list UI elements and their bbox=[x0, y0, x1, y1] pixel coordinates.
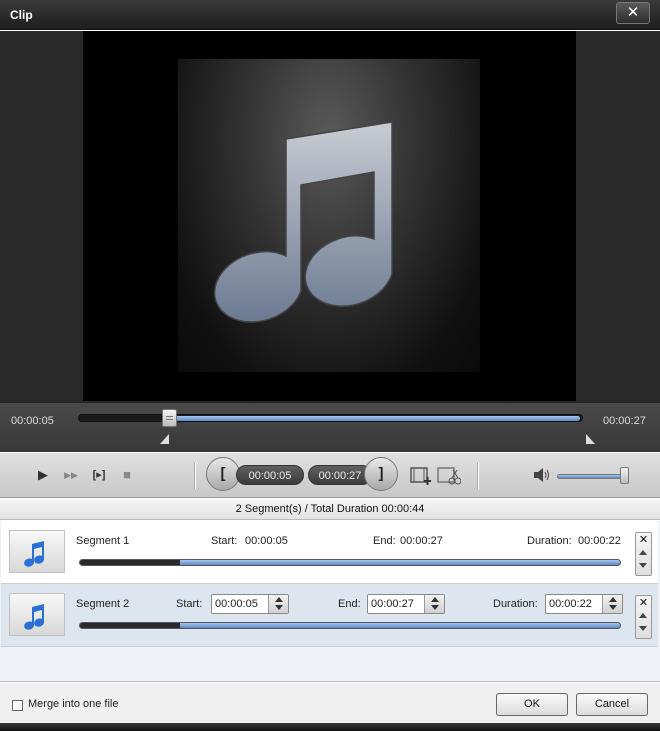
end-label: End: bbox=[373, 535, 396, 547]
add-segment-icon[interactable] bbox=[410, 466, 432, 486]
duration-label: Duration: bbox=[527, 535, 572, 547]
segments-summary: 2 Segment(s) / Total Duration 00:00:44 bbox=[0, 499, 660, 520]
end-time-display: 00:00:27 bbox=[308, 465, 372, 485]
segment-row[interactable]: Segment 1 Start: 00:00:05 End: 00:00:27 … bbox=[1, 521, 658, 584]
end-marker[interactable] bbox=[586, 434, 595, 444]
divider bbox=[194, 463, 195, 489]
video-preview-area bbox=[0, 31, 660, 402]
set-start-button[interactable]: [ bbox=[206, 457, 240, 491]
music-note-icon bbox=[24, 604, 45, 630]
window-title: Clip bbox=[10, 8, 33, 22]
timeline-track[interactable] bbox=[78, 414, 583, 422]
volume-slider[interactable] bbox=[557, 474, 629, 479]
delete-segment-button[interactable]: ✕ bbox=[636, 596, 651, 610]
start-time-spinner[interactable]: 00:00:05 bbox=[211, 594, 289, 614]
delete-segment-button[interactable]: ✕ bbox=[636, 533, 651, 547]
fast-forward-icon[interactable]: ▶▶ bbox=[62, 466, 80, 484]
music-artwork bbox=[178, 59, 480, 372]
timeline-selection bbox=[171, 416, 580, 421]
start-label: Start: bbox=[211, 535, 238, 547]
move-up-icon[interactable] bbox=[639, 550, 647, 555]
title-bar: Clip ✕ bbox=[0, 0, 660, 30]
start-label: Start: bbox=[176, 598, 203, 610]
split-scissors-icon[interactable] bbox=[437, 466, 461, 486]
end-spin-buttons[interactable] bbox=[424, 595, 444, 613]
end-time: 00:00:27 bbox=[603, 415, 646, 427]
segment-list: Segment 1 Start: 00:00:05 End: 00:00:27 … bbox=[0, 521, 660, 682]
divider bbox=[477, 463, 478, 489]
end-value: 00:00:27 bbox=[400, 535, 443, 547]
timeline-bar: 00:00:05 00:00:27 bbox=[0, 402, 660, 452]
set-end-button[interactable]: ] bbox=[364, 457, 398, 491]
segment-thumbnail bbox=[9, 593, 65, 636]
window-bottom-edge bbox=[0, 723, 660, 731]
start-marker[interactable] bbox=[160, 434, 169, 444]
segment-range-unused bbox=[80, 560, 180, 565]
end-time-spinner[interactable]: 00:00:27 bbox=[367, 594, 445, 614]
segment-actions: ✕ bbox=[635, 595, 652, 639]
segment-thumbnail bbox=[9, 530, 65, 573]
play-icon[interactable]: ▶ bbox=[34, 466, 52, 484]
segment-row-selected[interactable]: Segment 2 Start: 00:00:05 End: 00:00:27 … bbox=[1, 584, 658, 647]
video-frame bbox=[83, 31, 576, 401]
clip-range-group: [ 00:00:05 00:00:27 ] bbox=[206, 457, 400, 495]
ok-button[interactable]: OK bbox=[496, 693, 568, 716]
segment-range-bar bbox=[79, 559, 621, 566]
segment-range-unused bbox=[80, 623, 180, 628]
volume-handle[interactable] bbox=[620, 467, 629, 484]
start-value: 00:00:05 bbox=[245, 535, 288, 547]
duration-value: 00:00:22 bbox=[578, 535, 621, 547]
segment-range-bar bbox=[79, 622, 621, 629]
current-time: 00:00:05 bbox=[11, 415, 54, 427]
music-note-icon bbox=[213, 121, 393, 323]
segment-actions: ✕ bbox=[635, 532, 652, 576]
segment-name: Segment 2 bbox=[76, 598, 130, 610]
music-note-icon bbox=[24, 541, 45, 567]
timeline-playhead[interactable] bbox=[162, 409, 177, 427]
next-frame-icon[interactable]: [▸] bbox=[88, 466, 110, 484]
start-time-display: 00:00:05 bbox=[236, 465, 304, 485]
close-button[interactable]: ✕ bbox=[616, 2, 650, 24]
playback-controls: ▶ ▶▶ [▸] ■ [ 00:00:05 00:00:27 ] bbox=[0, 452, 660, 498]
segment-name: Segment 1 bbox=[76, 535, 130, 547]
end-label: End: bbox=[338, 598, 361, 610]
move-down-icon[interactable] bbox=[639, 563, 647, 568]
cancel-button[interactable]: Cancel bbox=[576, 693, 648, 716]
duration-spinner[interactable]: 00:00:22 bbox=[545, 594, 623, 614]
move-down-icon[interactable] bbox=[639, 626, 647, 631]
merge-label[interactable]: Merge into one file bbox=[28, 698, 119, 710]
move-up-icon[interactable] bbox=[639, 613, 647, 618]
end-time-input[interactable]: 00:00:27 bbox=[371, 598, 414, 610]
duration-label: Duration: bbox=[493, 598, 538, 610]
stop-icon[interactable]: ■ bbox=[118, 466, 136, 484]
start-spin-buttons[interactable] bbox=[268, 595, 288, 613]
merge-checkbox[interactable] bbox=[12, 700, 23, 711]
duration-input[interactable]: 00:00:22 bbox=[549, 598, 592, 610]
speaker-icon[interactable] bbox=[533, 467, 551, 483]
start-time-input[interactable]: 00:00:05 bbox=[215, 598, 258, 610]
duration-spin-buttons[interactable] bbox=[602, 595, 622, 613]
